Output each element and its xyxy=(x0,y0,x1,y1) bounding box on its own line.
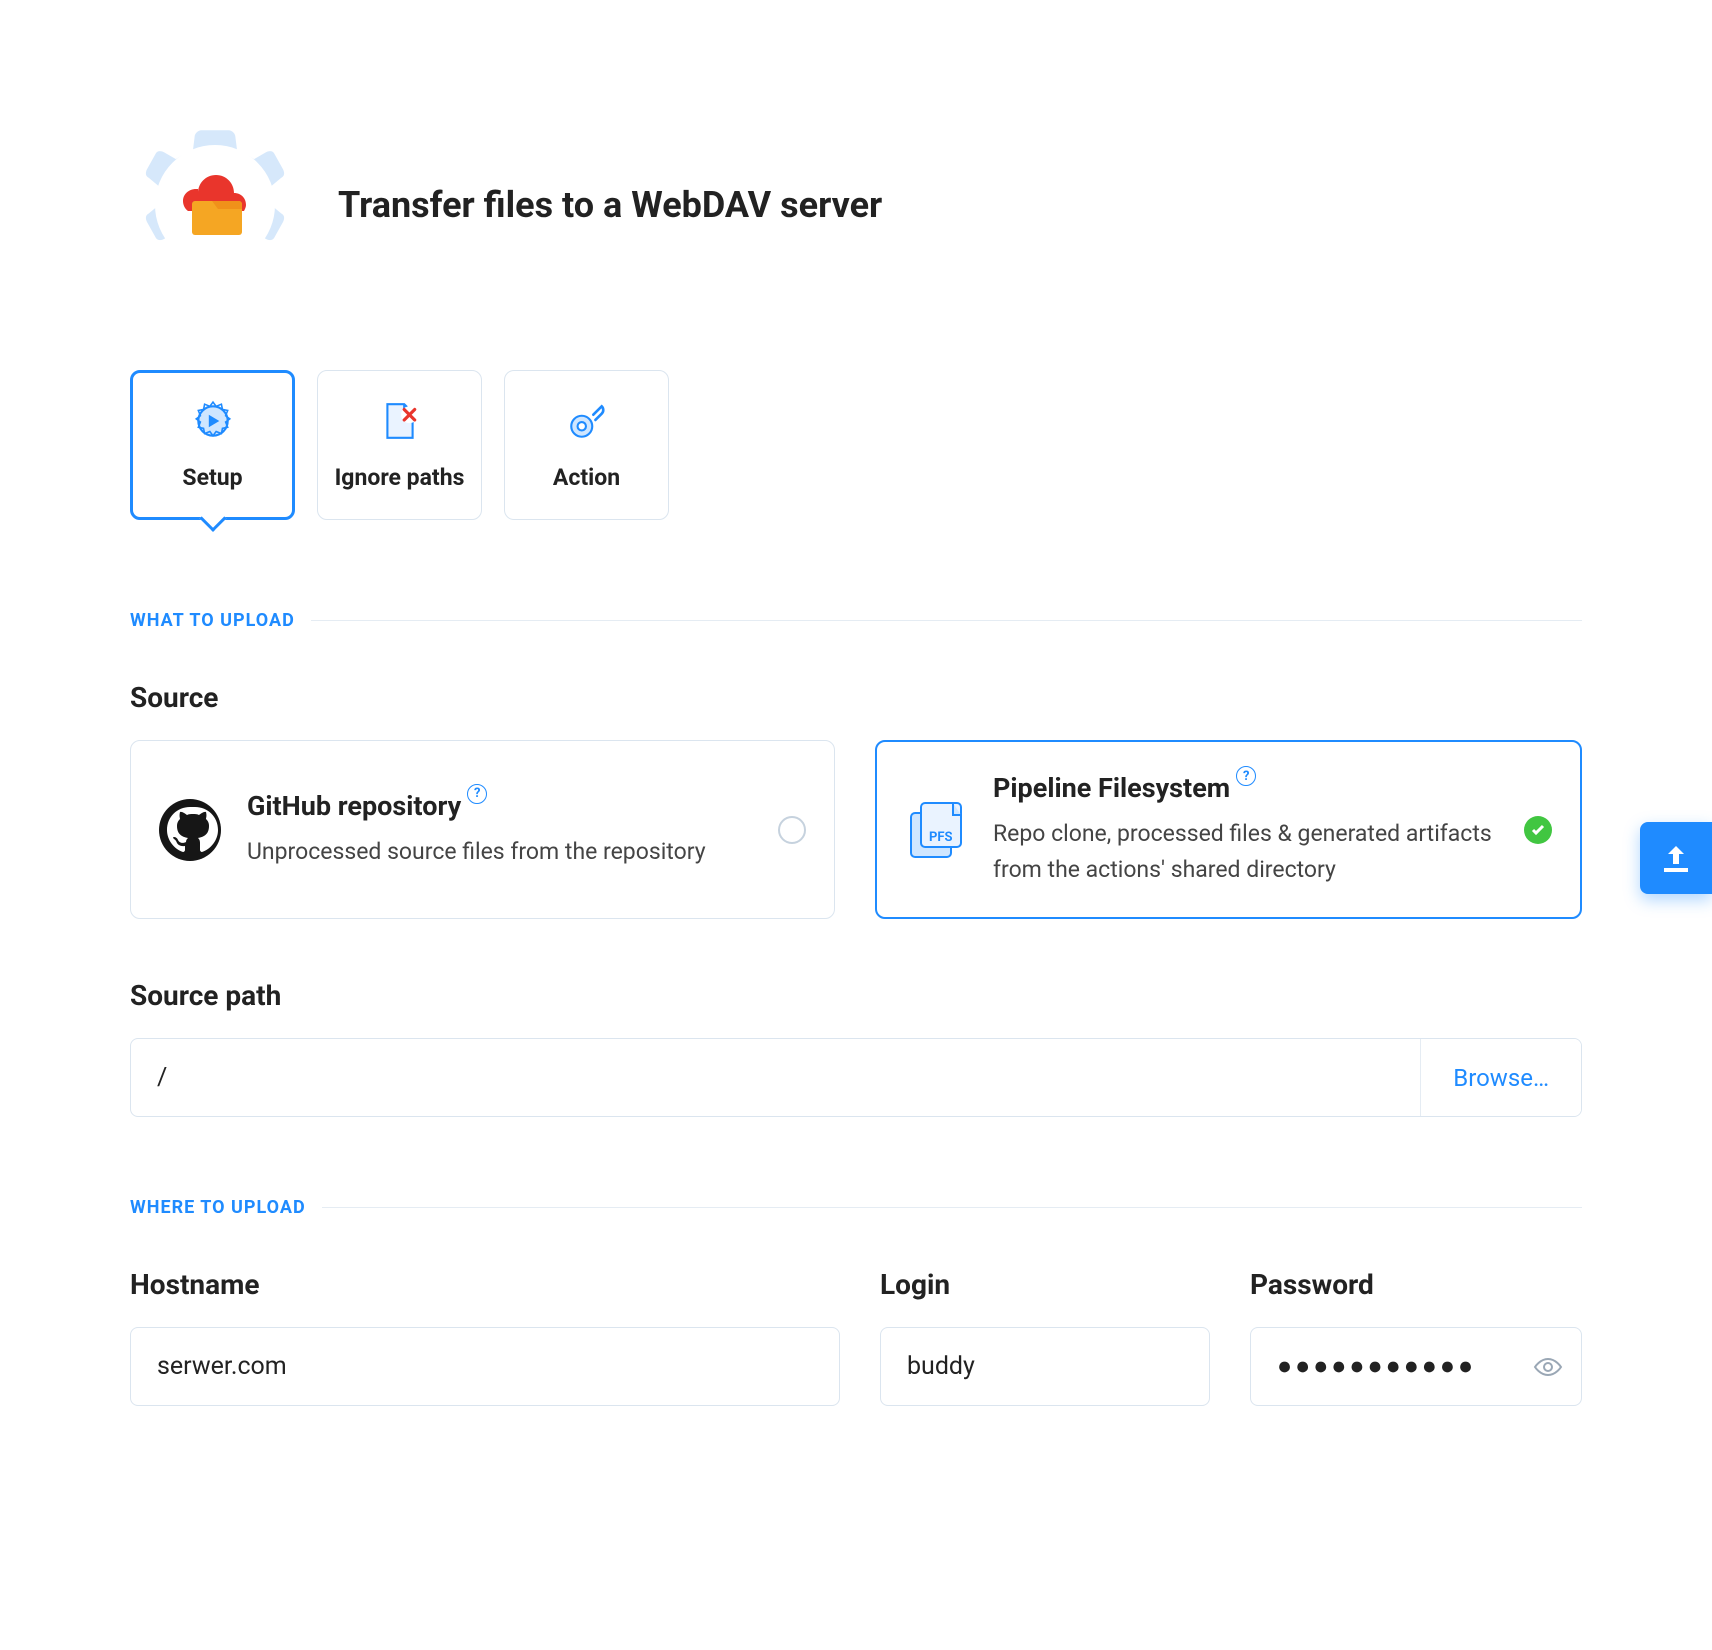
eye-icon xyxy=(1533,1352,1563,1382)
help-icon[interactable]: ? xyxy=(1236,766,1256,786)
tab-label: Ignore paths xyxy=(335,464,465,491)
page-title: Transfer files to a WebDAV server xyxy=(338,184,882,226)
section-header-where: WHERE TO UPLOAD xyxy=(130,1197,1582,1218)
floating-upload-button[interactable] xyxy=(1640,822,1712,894)
source-option-pipeline[interactable]: PFS Pipeline Filesystem ? Repo clone, pr… xyxy=(875,740,1582,919)
login-label: Login xyxy=(880,1268,1210,1301)
tabs: Setup Ignore paths Action xyxy=(130,370,1582,520)
connection-row: Hostname Login Password xyxy=(130,1268,1582,1406)
upload-icon xyxy=(1658,840,1694,876)
action-gear-icon xyxy=(130,120,300,290)
cloud-folder-icon xyxy=(176,173,254,237)
tab-ignore-paths[interactable]: Ignore paths xyxy=(317,370,482,520)
pfs-icon: PFS xyxy=(905,799,967,861)
toggle-password-visibility-button[interactable] xyxy=(1528,1347,1568,1387)
source-option-title: Pipeline Filesystem xyxy=(993,772,1230,804)
tab-action[interactable]: Action xyxy=(504,370,669,520)
login-input[interactable] xyxy=(880,1327,1210,1406)
help-icon[interactable]: ? xyxy=(467,784,487,804)
gear-wrench-icon xyxy=(566,400,608,442)
tab-label: Setup xyxy=(182,464,242,491)
source-path-label: Source path xyxy=(130,979,1582,1012)
hostname-input[interactable] xyxy=(130,1327,840,1406)
svg-text:PFS: PFS xyxy=(929,830,953,845)
source-option-desc: Unprocessed source files from the reposi… xyxy=(247,834,752,870)
hostname-label: Hostname xyxy=(130,1268,840,1301)
page-header: Transfer files to a WebDAV server xyxy=(130,120,1582,290)
browse-button[interactable]: Browse… xyxy=(1420,1039,1581,1116)
section-label: WHAT TO UPLOAD xyxy=(130,610,295,631)
section-header-what: WHAT TO UPLOAD xyxy=(130,610,1582,631)
tab-label: Action xyxy=(553,464,620,491)
source-option-title: GitHub repository xyxy=(247,790,461,822)
source-options: GitHub repository ? Unprocessed source f… xyxy=(130,740,1582,919)
gear-play-icon xyxy=(192,400,234,442)
source-option-desc: Repo clone, processed files & generated … xyxy=(993,816,1498,887)
source-path-input[interactable] xyxy=(131,1039,1420,1116)
file-remove-icon xyxy=(379,400,421,442)
source-path-row: Browse… xyxy=(130,1038,1582,1117)
password-label: Password xyxy=(1250,1268,1582,1301)
source-option-github[interactable]: GitHub repository ? Unprocessed source f… xyxy=(130,740,835,919)
section-label: WHERE TO UPLOAD xyxy=(130,1197,306,1218)
source-label: Source xyxy=(130,681,1582,714)
radio-unchecked-icon xyxy=(778,816,806,844)
tab-setup[interactable]: Setup xyxy=(130,370,295,520)
github-icon xyxy=(159,799,221,861)
radio-checked-icon xyxy=(1524,816,1552,844)
